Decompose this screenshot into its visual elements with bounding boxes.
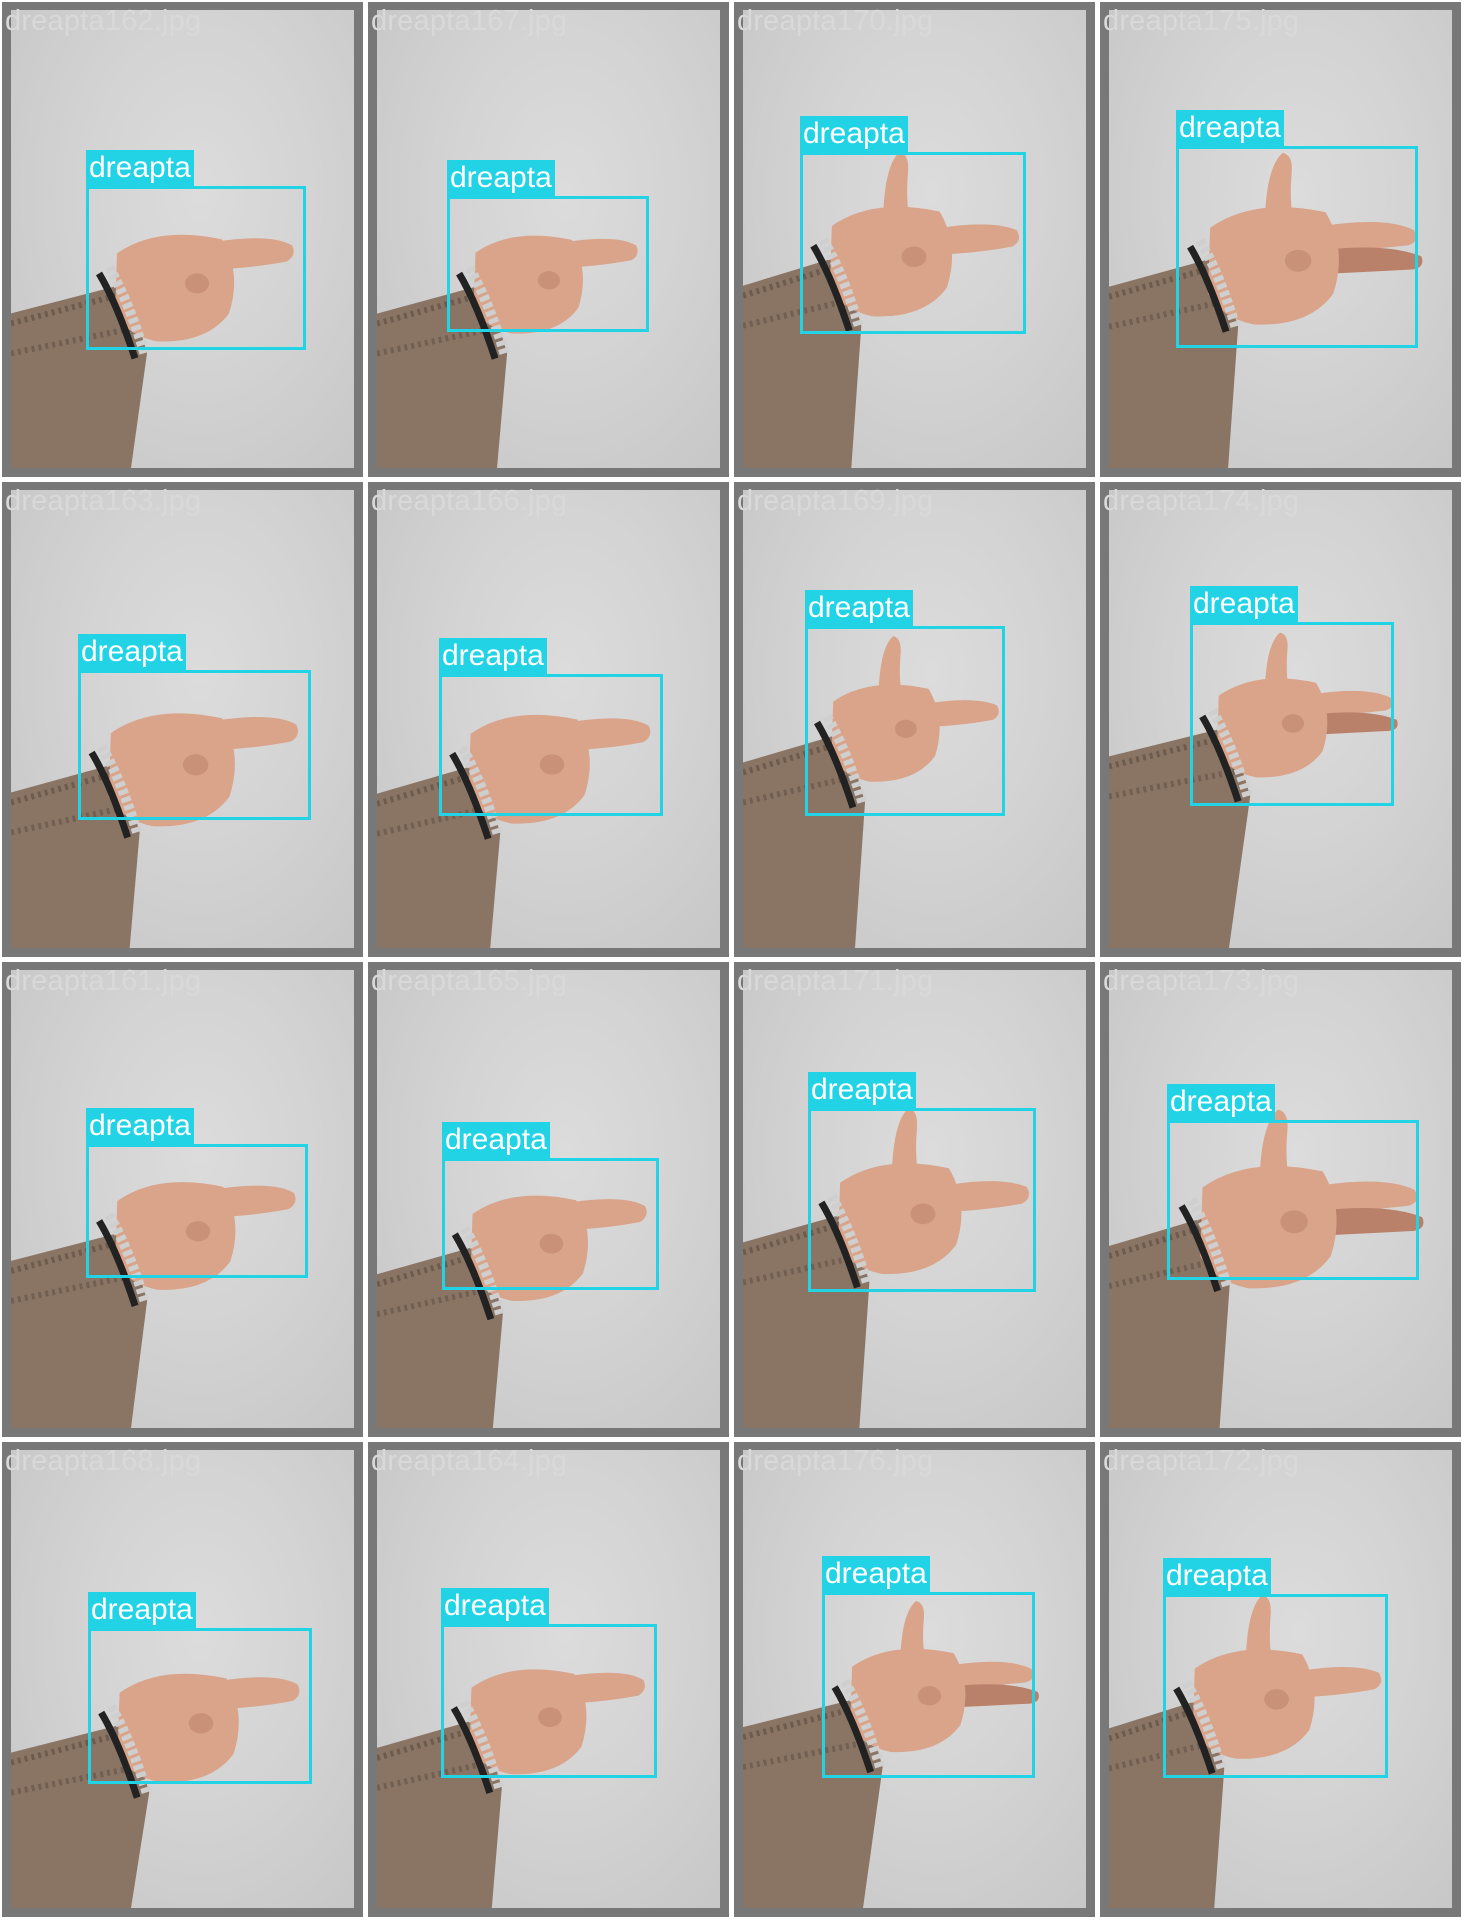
bounding-box <box>1190 622 1394 806</box>
image-filename: dreapta167.jpg <box>371 5 568 37</box>
bounding-box <box>442 1158 659 1290</box>
image-filename: dreapta163.jpg <box>5 485 202 517</box>
bounding-box <box>808 1108 1036 1292</box>
bounding-box-label: dreapta <box>441 1588 549 1624</box>
bounding-box-label: dreapta <box>805 590 913 626</box>
image-filename: dreapta168.jpg <box>5 1445 202 1477</box>
image-filename: dreapta175.jpg <box>1103 5 1300 37</box>
bounding-box <box>800 152 1026 334</box>
bounding-box-label: dreapta <box>1190 586 1298 622</box>
bounding-box <box>88 1628 312 1784</box>
bounding-box-label: dreapta <box>439 638 547 674</box>
detection-tile: dreapta167.jpg dreapta <box>366 0 732 480</box>
image-filename: dreapta161.jpg <box>5 965 202 997</box>
image-filename: dreapta174.jpg <box>1103 485 1300 517</box>
detection-tile: dreapta163.jpg dreapta <box>0 480 366 960</box>
bounding-box-label: dreapta <box>1163 1558 1271 1594</box>
bounding-box <box>447 196 649 332</box>
detection-tile: dreapta173.jpg dreapta <box>1098 960 1464 1440</box>
bounding-box-label: dreapta <box>86 150 194 186</box>
image-filename: dreapta173.jpg <box>1103 965 1300 997</box>
detection-tile: dreapta171.jpg dreapta <box>732 960 1098 1440</box>
detection-grid: dreapta162.jpg dreapta dreapta167.jpg drea… <box>0 0 1464 1920</box>
detection-tile: dreapta172.jpg dreapta <box>1098 1440 1464 1920</box>
image-filename: dreapta162.jpg <box>5 5 202 37</box>
image-filename: dreapta165.jpg <box>371 965 568 997</box>
detection-tile: dreapta174.jpg dreapta <box>1098 480 1464 960</box>
bounding-box-label: dreapta <box>78 634 186 670</box>
image-filename: dreapta164.jpg <box>371 1445 568 1477</box>
detection-tile: dreapta161.jpg dreapta <box>0 960 366 1440</box>
image-filename: dreapta170.jpg <box>737 5 934 37</box>
detection-tile: dreapta175.jpg dreapta <box>1098 0 1464 480</box>
image-filename: dreapta166.jpg <box>371 485 568 517</box>
bounding-box-label: dreapta <box>86 1108 194 1144</box>
bounding-box-label: dreapta <box>800 116 908 152</box>
image-filename: dreapta169.jpg <box>737 485 934 517</box>
bounding-box-label: dreapta <box>442 1122 550 1158</box>
bounding-box <box>441 1624 657 1778</box>
bounding-box-label: dreapta <box>822 1556 930 1592</box>
bounding-box <box>86 186 306 350</box>
bounding-box-label: dreapta <box>808 1072 916 1108</box>
bounding-box <box>822 1592 1035 1778</box>
bounding-box <box>78 670 311 820</box>
bounding-box-label: dreapta <box>447 160 555 196</box>
bounding-box <box>1167 1120 1419 1280</box>
bounding-box-label: dreapta <box>88 1592 196 1628</box>
detection-tile: dreapta169.jpg dreapta <box>732 480 1098 960</box>
detection-tile: dreapta162.jpg dreapta <box>0 0 366 480</box>
detection-tile: dreapta168.jpg dreapta <box>0 1440 366 1920</box>
image-filename: dreapta176.jpg <box>737 1445 934 1477</box>
bounding-box <box>86 1144 308 1278</box>
detection-tile: dreapta176.jpg dreapta <box>732 1440 1098 1920</box>
detection-tile: dreapta166.jpg dreapta <box>366 480 732 960</box>
detection-tile: dreapta164.jpg dreapta <box>366 1440 732 1920</box>
detection-tile: dreapta170.jpg dreapta <box>732 0 1098 480</box>
bounding-box-label: dreapta <box>1167 1084 1275 1120</box>
bounding-box <box>1176 146 1418 348</box>
bounding-box <box>439 674 663 816</box>
image-filename: dreapta171.jpg <box>737 965 934 997</box>
bounding-box <box>805 626 1005 816</box>
bounding-box-label: dreapta <box>1176 110 1284 146</box>
image-filename: dreapta172.jpg <box>1103 1445 1300 1477</box>
bounding-box <box>1163 1594 1388 1778</box>
detection-tile: dreapta165.jpg dreapta <box>366 960 732 1440</box>
